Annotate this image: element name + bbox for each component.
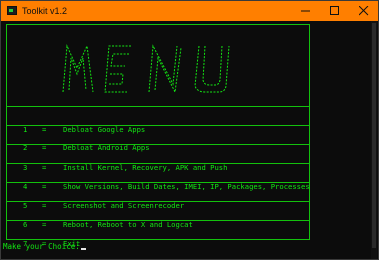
terminal-window: Toolkit v1.2 1 = Debloat Google Apps 2 =… bbox=[0, 0, 379, 260]
console-area[interactable]: 1 = Debloat Google Apps 2 = Debloat Android … bbox=[3, 22, 373, 259]
menu-item-7[interactable]: 7 = Exit bbox=[9, 223, 80, 248]
title-bar[interactable]: Toolkit v1.2 bbox=[1, 1, 378, 21]
window-title: Toolkit v1.2 bbox=[22, 6, 68, 16]
menu-divider bbox=[6, 220, 310, 221]
menu-divider bbox=[6, 163, 310, 164]
vertical-scrollbar[interactable] bbox=[371, 21, 377, 259]
prompt-text: Make your Choice: bbox=[3, 242, 80, 251]
menu-item-1[interactable]: 1 = Debloat Google Apps bbox=[9, 109, 145, 134]
close-icon bbox=[359, 6, 369, 16]
menu-divider bbox=[6, 182, 310, 183]
text-cursor bbox=[80, 248, 86, 250]
menu-item-6[interactable]: 6 = Reboot, Reboot to X and Logcat bbox=[9, 204, 193, 229]
menu-ascii-logo bbox=[62, 44, 230, 94]
menu-item-5[interactable]: 5 = Screenshot and Screenrecoder bbox=[9, 185, 184, 210]
maximize-icon bbox=[330, 6, 339, 15]
maximize-button[interactable] bbox=[321, 1, 349, 21]
scrollbar-thumb[interactable] bbox=[372, 23, 376, 248]
menu-item-3[interactable]: 3 = Install Kernel, Recovery, APK and Push bbox=[9, 147, 227, 172]
menu-divider bbox=[6, 201, 310, 202]
menu-item-4[interactable]: 4 = Show Versions, Build Dates, IMEI, IP, … bbox=[9, 166, 310, 191]
choice-prompt[interactable]: Make your Choice: bbox=[3, 241, 86, 253]
menu-divider bbox=[6, 144, 310, 145]
app-icon bbox=[7, 6, 17, 15]
close-button[interactable] bbox=[350, 1, 378, 21]
menu-item-2[interactable]: 2 = Debloat Android Apps bbox=[9, 127, 150, 152]
minimize-button[interactable] bbox=[292, 1, 320, 21]
menu-divider bbox=[6, 125, 310, 126]
menu-divider bbox=[6, 106, 310, 107]
minimize-icon bbox=[301, 10, 310, 12]
